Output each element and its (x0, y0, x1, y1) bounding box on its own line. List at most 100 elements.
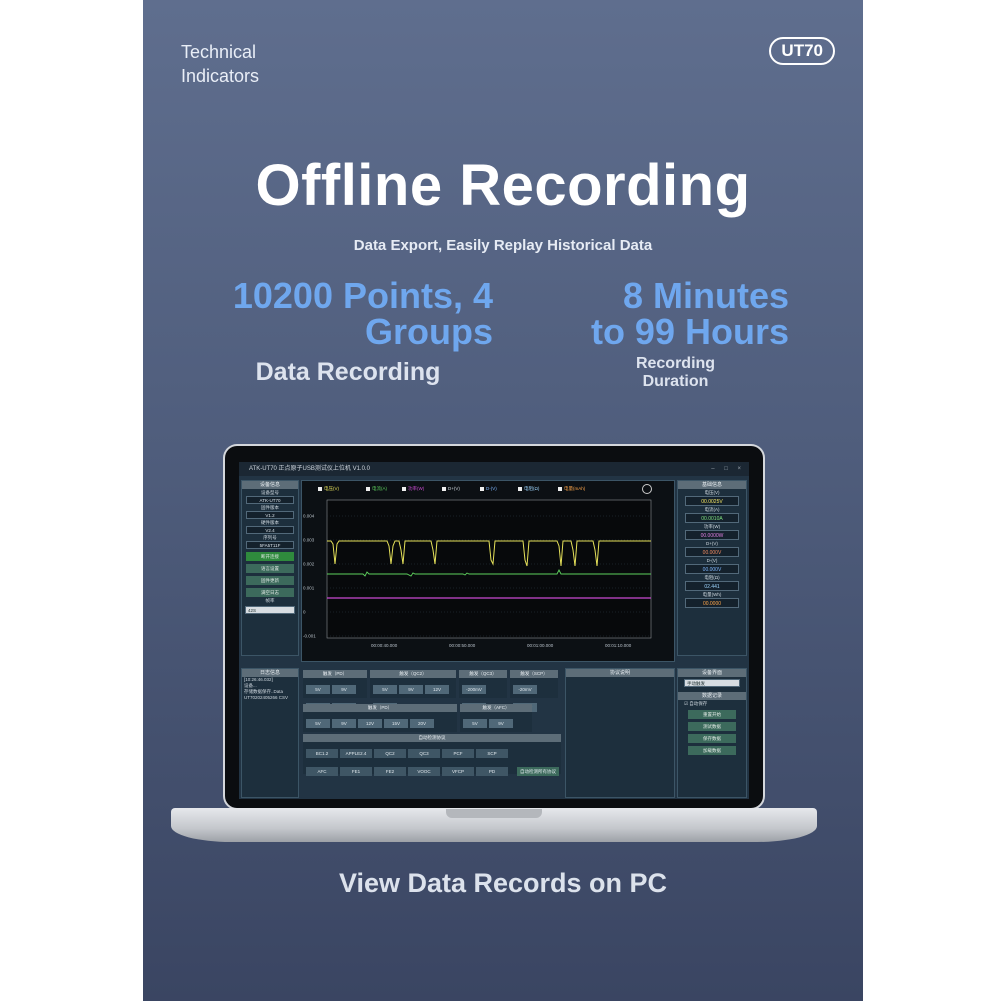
rate-label: 帧率 (265, 598, 275, 603)
realtime-value: 00.0000W (685, 530, 739, 540)
realtime-label: D-(V) (706, 558, 718, 563)
serial-label: 序列号 (263, 535, 277, 540)
stat-duration-line1: 8 Minutes (622, 275, 789, 316)
auto-save-label: 自动保存 (689, 701, 708, 706)
rate-select[interactable]: 42S (245, 606, 295, 614)
plot-frame (326, 499, 652, 639)
trigger-button[interactable]: 9V (332, 685, 356, 694)
settings-header: 设备界面 (678, 669, 746, 677)
protocol-button[interactable]: QC3 (408, 749, 440, 758)
auto-save-checkbox[interactable]: ☑ 自动保存 (678, 700, 746, 707)
y-tick-label: -0.001 (303, 634, 316, 639)
trigger-button[interactable]: 9V (489, 719, 513, 728)
auto-detect-header: 自动检测协议 (303, 734, 561, 742)
trigger-group: 触发（SCP）-20mV+20mV (510, 670, 558, 712)
trigger-group: 触发（QC2）5V9V12V20V (370, 670, 456, 712)
protocol-button[interactable]: BC1.2 (306, 749, 338, 758)
auto-detect-panel: 自动检测协议 BC1.2 APPLE2.4 QC2 QC3 PCF SCP AFC FE1 F… (303, 734, 561, 776)
realtime-value: 02.441 (685, 581, 739, 591)
trigger-button[interactable]: 12V (358, 719, 382, 728)
device-info-header: 设备信息 (242, 481, 298, 489)
settings-panel: 设备界面 手动触发 数据记录 ☑ 自动保存 重置开始 测试数据 保存数据 加载数… (677, 668, 747, 798)
trigger-button[interactable]: 9V (399, 685, 423, 694)
trigger-button[interactable]: 15V (384, 719, 408, 728)
firmware-update-button[interactable]: 固件更新 (246, 576, 294, 585)
trigger-mode-select[interactable]: 手动触发 (684, 679, 740, 687)
realtime-value: 00.0025V (685, 496, 739, 506)
trigger-button[interactable]: 9V (332, 719, 356, 728)
stat-points: 10200 Points, 4 Groups (203, 278, 493, 350)
firmware-label: 固件版本 (261, 505, 279, 510)
firmware-value: V1.2 (246, 511, 294, 519)
load-data-button[interactable]: 加载数据 (688, 746, 736, 755)
stat-duration-caption-2: Duration (642, 373, 709, 390)
protocol-button[interactable]: SCP (476, 749, 508, 758)
realtime-label: 电流(A) (704, 507, 720, 512)
laptop-screen: ATK-UT70 正点原子USB测试仪上位机 V1.0.0 – □ × 设备信息… (239, 462, 749, 799)
page-subtitle: Data Export, Easily Replay Historical Da… (353, 237, 653, 254)
trigger-group-title: 触发（PD） (303, 670, 367, 678)
stat-points-line2: Groups (364, 311, 493, 352)
trigger-button[interactable]: -20mV (513, 685, 537, 694)
protocol-button[interactable]: VFCP (442, 767, 474, 776)
laptop-lid: ATK-UT70 正点原子USB测试仪上位机 V1.0.0 – □ × 设备信息… (223, 444, 765, 810)
laptop-bezel: ATK-UT70 正点原子USB测试仪上位机 V1.0.0 – □ × 设备信息… (225, 446, 763, 808)
clear-log-button[interactable]: 满空日志 (246, 588, 294, 597)
protocol-button[interactable]: APPLE2.4 (340, 749, 372, 758)
trigger-button[interactable]: 5V (306, 719, 330, 728)
stat-points-line1: 10200 Points, 4 (232, 275, 493, 316)
model-badge: UT70 (769, 37, 835, 65)
laptop-base (171, 808, 817, 842)
protocol-panel: 协议说明 (565, 668, 675, 798)
protocol-button[interactable]: QC2 (374, 749, 406, 758)
y-tick-label: 0.003 (303, 538, 315, 543)
disconnect-button[interactable]: 断开连接 (246, 552, 294, 561)
model-label: 设备型号 (261, 490, 279, 495)
stat-points-caption: Data Recording (255, 358, 441, 386)
page-title: Offline Recording (255, 153, 751, 218)
realtime-value: 00.000V (685, 564, 739, 574)
reset-start-button[interactable]: 重置开始 (688, 710, 736, 719)
protocol-button[interactable]: FE1 (340, 767, 372, 776)
protocol-button[interactable]: VOOC (408, 767, 440, 776)
stat-duration-caption-1: Recording (635, 355, 716, 372)
tag-line-2: Indicators (181, 66, 260, 86)
app-titlebar: ATK-UT70 正点原子USB测试仪上位机 V1.0.0 – □ × (239, 462, 749, 476)
protocol-button[interactable]: PCF (442, 749, 474, 758)
language-button[interactable]: 语言设置 (246, 564, 294, 573)
trigger-group: 触发（PD）5V9V12V15V (303, 670, 367, 712)
trigger-group: 触发（QC3）-200mV+200mV (459, 670, 507, 712)
tag-line-1: Technical (181, 42, 257, 62)
trigger-button[interactable]: 20V (410, 719, 434, 728)
trigger-button[interactable]: 5V (306, 685, 330, 694)
trigger-group-title: 触发（AFC） (460, 704, 532, 712)
footer-caption: View Data Records on PC (338, 868, 668, 898)
test-data-button[interactable]: 测试数据 (688, 722, 736, 731)
log-header: 日志信息 (242, 669, 298, 677)
trigger-group: 触发（AFC）5V9V12V (460, 704, 532, 746)
app-title: ATK-UT70 正点原子USB测试仪上位机 V1.0.0 (249, 466, 370, 472)
poster: Technical Indicators UT70 Offline Record… (143, 0, 863, 1001)
hardware-value: V2.4 (246, 526, 294, 534)
protocol-header: 协议说明 (566, 669, 674, 677)
auto-detect-all-button[interactable]: 自动检测所有协议 (517, 767, 559, 776)
protocol-button[interactable]: AFC (306, 767, 338, 776)
hardware-label: 硬件版本 (261, 520, 279, 525)
trigger-group: 触发（PD）5V9V12V15V20VPPS (303, 704, 457, 746)
tag-line: Technical Indicators (181, 40, 259, 88)
protocol-button[interactable]: PD (476, 767, 508, 776)
protocol-button[interactable]: FE2 (374, 767, 406, 776)
window-controls[interactable]: – □ × (711, 462, 745, 476)
x-tick-label: 00:00:40.000 (371, 643, 398, 648)
rate-select-value: 42S (248, 608, 257, 613)
trigger-group-title: 触发（PD） (303, 704, 457, 712)
trigger-button[interactable]: -200mV (462, 685, 486, 694)
laptop-notch (446, 809, 542, 818)
trigger-button[interactable]: 5V (463, 719, 487, 728)
realtime-label: 电量(Wh) (702, 592, 722, 597)
trigger-button[interactable]: 12V (425, 685, 449, 694)
chart-svg: 0.004 0.003 0.002 0.001 0 -0.001 00:00:40.000… (303, 499, 652, 648)
save-data-button[interactable]: 保存数据 (688, 734, 736, 743)
realtime-label: 电压(V) (704, 490, 720, 495)
trigger-button[interactable]: 5V (373, 685, 397, 694)
